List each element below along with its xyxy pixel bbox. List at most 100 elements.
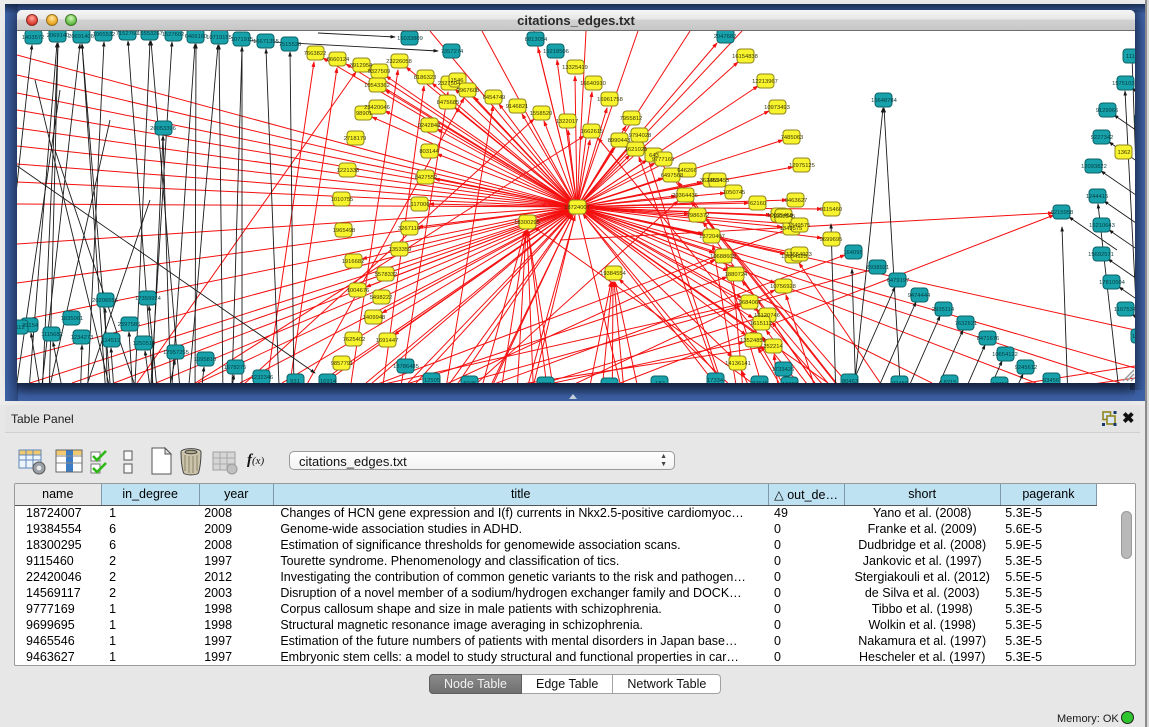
- svg-text:3267110: 3267110: [398, 226, 420, 232]
- svg-text:1002545: 1002545: [773, 214, 796, 220]
- svg-text:13524851: 13524851: [740, 338, 766, 344]
- svg-text:2935114: 2935114: [932, 307, 955, 313]
- svg-text:1546: 1546: [451, 78, 464, 84]
- svg-text:8813054: 8813054: [525, 37, 548, 43]
- svg-text:2047682: 2047682: [714, 34, 737, 40]
- svg-text:1232346: 1232346: [251, 375, 274, 381]
- svg-text:20364436: 20364436: [672, 193, 698, 199]
- svg-text:1322017: 1322017: [556, 119, 579, 125]
- svg-text:16671355: 16671355: [253, 39, 279, 45]
- svg-text:7663822: 7663822: [304, 51, 327, 57]
- svg-text:10756928: 10756928: [770, 284, 796, 290]
- svg-text:98901: 98901: [356, 111, 372, 117]
- svg-text:12093822: 12093822: [1081, 164, 1107, 170]
- svg-text:182: 182: [655, 381, 665, 383]
- svg-text:80463: 80463: [842, 379, 858, 383]
- svg-text:6479197: 6479197: [887, 278, 910, 284]
- svg-text:803144: 803144: [419, 149, 439, 155]
- svg-text:16648784: 16648784: [871, 98, 898, 104]
- svg-text:7632621: 7632621: [955, 321, 978, 327]
- svg-text:17334: 17334: [707, 378, 724, 383]
- svg-text:9129966: 9129966: [1096, 108, 1119, 114]
- svg-text:9245: 9245: [464, 381, 477, 383]
- svg-text:7625402: 7625402: [343, 337, 366, 343]
- svg-text:2069140: 2069140: [47, 33, 70, 39]
- svg-text:62160: 62160: [750, 201, 766, 207]
- svg-text:20053396: 20053396: [150, 126, 176, 132]
- svg-text:1244415: 1244415: [1086, 194, 1109, 200]
- svg-text:1835061: 1835061: [61, 316, 84, 322]
- svg-text:8186323: 8186323: [414, 75, 437, 81]
- svg-text:1349575: 1349575: [788, 223, 811, 229]
- svg-text:10958: 10958: [782, 382, 798, 383]
- svg-text:1115682: 1115682: [41, 332, 63, 338]
- svg-text:117006: 117006: [411, 202, 430, 208]
- svg-text:17359924: 17359924: [135, 296, 162, 302]
- svg-text:1615112: 1615112: [750, 321, 772, 327]
- svg-text:5498222: 5498222: [370, 295, 393, 301]
- svg-text:1071915: 1071915: [231, 37, 254, 43]
- svg-text:10719155: 10719155: [206, 35, 232, 41]
- svg-text:17957255: 17957255: [163, 350, 189, 356]
- svg-text:1621025: 1621025: [625, 147, 648, 153]
- svg-text:9115460: 9115460: [820, 207, 842, 213]
- svg-text:19218506: 19218506: [543, 49, 569, 55]
- svg-text:92456: 92456: [892, 381, 908, 383]
- svg-text:1353359: 1353359: [389, 247, 412, 253]
- svg-text:7152760: 7152760: [116, 31, 139, 37]
- svg-text:7515526: 7515526: [279, 42, 302, 48]
- svg-text:16914: 16914: [320, 379, 337, 383]
- svg-text:164095: 164095: [843, 250, 862, 256]
- svg-text:9245612: 9245612: [1015, 365, 1038, 371]
- svg-text:8215: 8215: [944, 380, 957, 383]
- svg-text:87645: 87645: [752, 381, 768, 383]
- svg-text:1167534: 1167534: [1114, 307, 1135, 313]
- svg-text:1004676: 1004676: [347, 288, 370, 294]
- svg-text:1965498: 1965498: [333, 228, 356, 234]
- svg-text:1113: 1113: [1126, 54, 1135, 60]
- svg-text:19384554: 19384554: [600, 271, 627, 277]
- svg-text:252214: 252214: [763, 344, 783, 350]
- svg-text:7485063: 7485063: [781, 135, 804, 141]
- svg-text:8938921: 8938921: [867, 265, 890, 271]
- svg-text:13325419: 13325419: [562, 65, 588, 71]
- svg-text:20206556: 20206556: [92, 298, 118, 304]
- svg-text:10654122: 10654122: [992, 352, 1018, 358]
- svg-text:8475685: 8475685: [437, 100, 460, 106]
- svg-text:9327509: 9327509: [368, 69, 391, 75]
- svg-text:12213967: 12213967: [752, 79, 778, 85]
- svg-text:5578332: 5578332: [375, 272, 398, 278]
- svg-text:12975125: 12975125: [789, 163, 815, 169]
- svg-text:10973493: 10973493: [764, 105, 790, 111]
- svg-text:8471676: 8471676: [977, 336, 1000, 342]
- svg-text:112: 112: [17, 325, 25, 331]
- svg-text:9794028: 9794028: [629, 133, 652, 139]
- svg-text:2718179: 2718179: [344, 136, 367, 142]
- svg-text:15692571: 15692571: [1088, 252, 1114, 258]
- svg-text:1678275: 1678275: [224, 365, 247, 371]
- svg-text:10543362: 10543362: [364, 83, 390, 89]
- svg-text:15751036: 15751036: [1112, 81, 1135, 87]
- svg-text:8990443: 8990443: [608, 138, 631, 144]
- svg-text:1527602: 1527602: [162, 32, 185, 38]
- svg-text:1916682: 1916682: [342, 259, 365, 265]
- svg-text:2397586: 2397586: [118, 322, 141, 328]
- svg-text:931: 931: [290, 379, 300, 383]
- svg-text:9463627: 9463627: [785, 198, 808, 204]
- svg-text:23226058: 23226058: [386, 59, 412, 65]
- svg-text:9146821: 9146821: [506, 104, 529, 110]
- svg-text:9227342: 9227342: [1091, 135, 1114, 141]
- svg-text:1558520: 1558520: [530, 111, 553, 117]
- svg-text:18724007: 18724007: [564, 205, 590, 211]
- svg-text:8660124: 8660124: [327, 57, 350, 63]
- svg-text:20691406: 20691406: [68, 34, 94, 40]
- svg-text:7955812: 7955812: [620, 116, 643, 122]
- svg-text:2967608: 2967608: [457, 88, 480, 94]
- svg-text:9474444: 9474444: [908, 293, 931, 299]
- svg-text:16120746: 16120746: [754, 313, 780, 319]
- svg-text:9857791: 9857791: [331, 361, 354, 367]
- svg-text:1403572: 1403572: [22, 35, 45, 41]
- svg-text:93456: 93456: [1043, 378, 1059, 383]
- svg-text:1010755: 1010755: [331, 197, 354, 203]
- svg-text:12700: 12700: [1132, 334, 1135, 340]
